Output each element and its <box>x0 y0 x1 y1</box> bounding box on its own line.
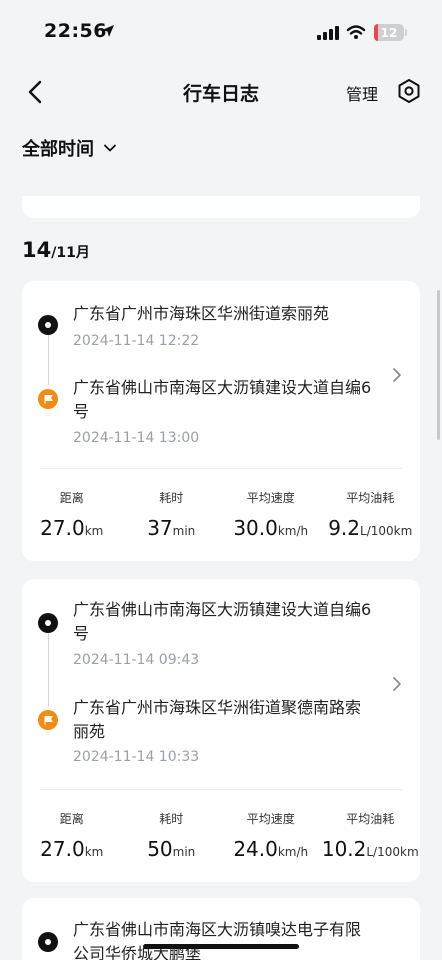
location-arrow-icon <box>102 25 114 37</box>
date-day: 14 <box>22 238 52 262</box>
home-indicator[interactable] <box>143 944 299 949</box>
end-time: 2024-11-14 13:00 <box>73 430 200 446</box>
chevron-right-icon <box>393 368 401 382</box>
divider <box>40 789 402 790</box>
timeline-line <box>48 631 49 707</box>
battery-level: 12 <box>380 25 398 40</box>
stat-avg-fuel: 平均油耗 9.2L/100km <box>328 491 413 540</box>
start-time: 2024-11-14 09:43 <box>73 652 200 668</box>
filter-label: 全部时间 <box>22 139 94 160</box>
start-address: 广东省佛山市南海区大沥镇嗅达电子有限公司华侨城大鹏堡 <box>73 920 362 960</box>
trip-stats: 距离 27.0km 耗时 37min 平均速度 30.0km/h 平均油耗 9.… <box>22 489 420 540</box>
start-time: 2024-11-14 12:22 <box>73 333 200 349</box>
chevron-right-icon <box>393 677 401 691</box>
trip-card[interactable]: 广东省广州市海珠区华洲街道索丽苑 2024-11-14 12:22 广东省佛山市… <box>22 281 420 561</box>
previous-card-fragment <box>22 196 420 218</box>
stat-avg-fuel: 平均油耗 10.2L/100km <box>321 812 419 861</box>
date-month: /11月 <box>51 245 90 261</box>
divider <box>40 468 402 469</box>
timeline-line <box>48 333 49 385</box>
start-address: 广东省佛山市南海区大沥镇建设大道自编6号 <box>73 600 372 643</box>
stat-duration: 耗时 37min <box>147 491 196 540</box>
start-address: 广东省广州市海珠区华洲街道索丽苑 <box>73 304 330 323</box>
end-time: 2024-11-14 10:33 <box>73 749 200 765</box>
destination-flag-icon <box>38 710 58 730</box>
destination-flag-icon <box>38 389 58 409</box>
stat-avg-speed: 平均速度 24.0km/h <box>233 812 309 861</box>
manage-button[interactable]: 管理 <box>346 81 378 105</box>
stat-distance: 距离 27.0km <box>40 491 104 540</box>
settings-hexagon-icon[interactable] <box>396 78 422 104</box>
date-group-header: 14/11月 <box>22 238 90 262</box>
chevron-down-icon <box>104 144 116 152</box>
battery-icon: 12 <box>374 24 404 41</box>
trip-stats: 距离 27.0km 耗时 50min 平均速度 24.0km/h 平均油耗 10… <box>22 810 420 861</box>
start-location-pin-icon <box>38 932 58 952</box>
stat-avg-speed: 平均速度 30.0km/h <box>233 491 309 540</box>
trip-card[interactable]: 广东省佛山市南海区大沥镇建设大道自编6号 2024-11-14 09:43 广东… <box>22 579 420 882</box>
wifi-icon <box>346 25 366 39</box>
stat-distance: 距离 27.0km <box>40 812 104 861</box>
nav-bar: 行车日志 管理 <box>0 64 442 120</box>
end-address: 广东省广州市海珠区华洲街道聚德南路索丽苑 <box>73 698 362 741</box>
start-location-pin-icon <box>38 315 58 335</box>
end-address: 广东省佛山市南海区大沥镇建设大道自编6号 <box>73 378 372 421</box>
trip-card[interactable]: 广东省佛山市南海区大沥镇嗅达电子有限公司华侨城大鹏堡 <box>22 898 420 960</box>
time-filter-dropdown[interactable]: 全部时间 <box>22 135 118 161</box>
status-time: 22:56 <box>44 20 107 42</box>
status-bar: 22:56 12 <box>0 0 442 64</box>
scrollbar[interactable] <box>437 290 440 440</box>
start-location-pin-icon <box>38 613 58 633</box>
cellular-signal-icon <box>317 26 339 40</box>
stat-duration: 耗时 50min <box>147 812 196 861</box>
